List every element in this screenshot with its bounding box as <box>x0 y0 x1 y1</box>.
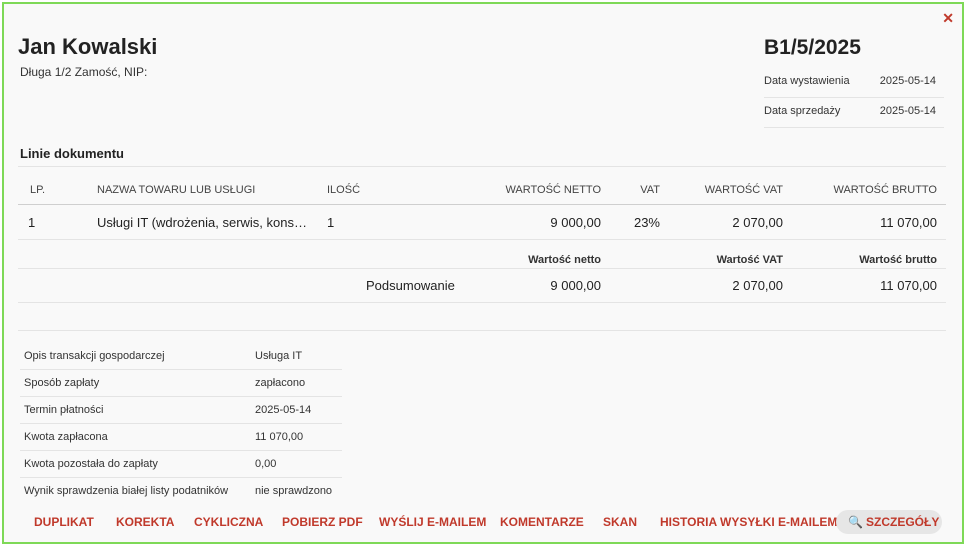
details-row: Kwota zapłacona 11 070,00 <box>20 424 342 451</box>
issue-date-row: Data wystawienia 2025-05-14 <box>764 68 944 98</box>
correction-button[interactable]: KOREKTA <box>116 515 174 529</box>
divider <box>18 330 946 331</box>
summary-row-label: Podsumowanie <box>366 278 455 293</box>
divider <box>18 239 946 240</box>
summary-net-label: Wartość netto <box>528 254 601 266</box>
table-cell-lp: 1 <box>28 215 36 230</box>
details-row: Termin płatności 2025-05-14 <box>20 397 342 424</box>
details-key: Sposób zapłaty <box>24 377 100 389</box>
search-icon: 🔍 <box>848 515 863 529</box>
details-row: Wynik sprawdzenia białej listy podatnikó… <box>20 478 342 504</box>
col-header-lp: LP. <box>30 184 46 196</box>
details-table: Opis transakcji gospodarczej Usługa IT S… <box>20 343 342 504</box>
details-row: Opis transakcji gospodarczej Usługa IT <box>20 343 342 370</box>
col-header-net: WARTOŚĆ NETTO <box>505 184 601 196</box>
customer-address: Długa 1/2 Zamość, NIP: <box>20 65 148 79</box>
details-value: 0,00 <box>255 458 277 470</box>
table-cell-net: 9 000,00 <box>550 215 601 230</box>
issue-date-label: Data wystawienia <box>764 75 850 87</box>
details-button[interactable]: 🔍 SZCZEGÓŁY <box>836 510 942 534</box>
email-history-button[interactable]: HISTORIA WYSYŁKI E-MAILEM <box>660 515 837 529</box>
details-value: Usługa IT <box>255 350 303 362</box>
download-pdf-button[interactable]: POBIERZ PDF <box>282 515 363 529</box>
table-cell-qty: 1 <box>327 215 335 230</box>
table-cell-vat-value: 2 070,00 <box>732 215 783 230</box>
comments-button[interactable]: KOMENTARZE <box>500 515 584 529</box>
divider <box>18 268 946 269</box>
issue-date-value: 2025-05-14 <box>879 75 936 87</box>
section-title-lines: Linie dokumentu <box>20 146 124 161</box>
details-value: nie sprawdzono <box>255 485 333 497</box>
details-key: Wynik sprawdzenia białej listy podatnikó… <box>24 485 229 497</box>
details-key: Kwota pozostała do zapłaty <box>24 458 158 470</box>
details-value: zapłacono <box>255 377 306 389</box>
scan-button[interactable]: SKAN <box>603 515 637 529</box>
details-row: Kwota pozostała do zapłaty 0,00 <box>20 451 342 478</box>
duplicate-button[interactable]: DUPLIKAT <box>34 515 94 529</box>
col-header-vat-value: WARTOŚĆ VAT <box>704 184 783 196</box>
details-key: Opis transakcji gospodarczej <box>24 350 165 362</box>
details-value: 11 070,00 <box>255 431 304 443</box>
details-button-label: SZCZEGÓŁY <box>866 515 940 529</box>
sale-date-value: 2025-05-14 <box>879 105 936 117</box>
cyclic-button[interactable]: CYKLICZNA <box>194 515 263 529</box>
divider <box>18 166 946 167</box>
col-header-name: NAZWA TOWARU LUB USŁUGI <box>97 184 256 196</box>
action-bar: DUPLIKAT KOREKTA CYKLICZNA POBIERZ PDF W… <box>34 510 954 536</box>
table-cell-gross: 11 070,00 <box>880 215 937 230</box>
table-cell-vat: 23% <box>633 215 660 230</box>
col-header-vat: VAT <box>640 184 660 196</box>
divider <box>18 302 946 303</box>
close-icon[interactable]: ✕ <box>942 10 954 27</box>
document-dialog: ✕ Jan Kowalski Długa 1/2 Zamość, NIP: B1… <box>2 2 964 544</box>
send-email-button[interactable]: WYŚLIJ E-MAILEM <box>379 515 486 529</box>
customer-name: Jan Kowalski <box>18 34 158 59</box>
details-value: 2025-05-14 <box>255 404 312 416</box>
sale-date-label: Data sprzedaży <box>764 105 841 117</box>
summary-net-value: 9 000,00 <box>550 278 601 293</box>
summary-vat-value: 2 070,00 <box>732 278 783 293</box>
table-cell-name: Usługi IT (wdrożenia, serwis, kons… <box>97 215 307 230</box>
details-key: Termin płatności <box>24 404 104 416</box>
summary-gross-value: 11 070,00 <box>880 278 937 293</box>
summary-gross-label: Wartość brutto <box>859 254 937 266</box>
table-header-divider <box>18 204 946 205</box>
col-header-gross: WARTOŚĆ BRUTTO <box>833 184 938 196</box>
col-header-qty: ILOŚĆ <box>327 184 361 196</box>
summary-vat-label: Wartość VAT <box>716 254 783 266</box>
details-key: Kwota zapłacona <box>24 431 108 443</box>
sale-date-row: Data sprzedaży 2025-05-14 <box>764 98 944 128</box>
document-number: B1/5/2025 <box>764 36 861 59</box>
details-row: Sposób zapłaty zapłacono <box>20 370 342 397</box>
